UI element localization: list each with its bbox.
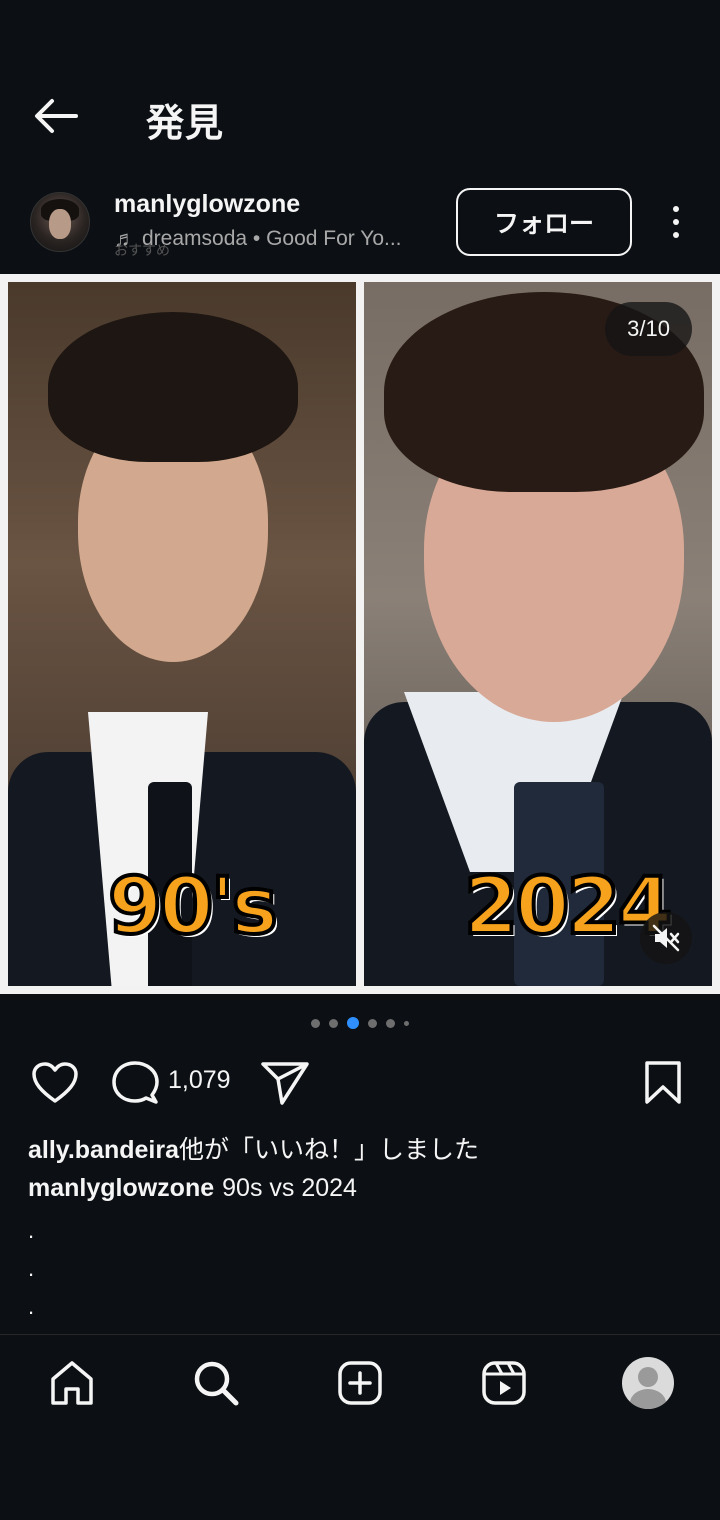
photo-2024: 2024 <box>364 282 712 986</box>
nav-reels[interactable] <box>474 1353 534 1413</box>
like-button[interactable] <box>30 1058 80 1108</box>
likes-summary[interactable]: ally.bandeira他が「いいね！」しました <box>28 1130 479 1166</box>
post-caption: manlyglowzone 90s vs 2024 <box>28 1174 357 1203</box>
bottom-navigation <box>0 1334 720 1430</box>
music-title: dreamsoda • Good For Yo... <box>142 227 402 250</box>
comment-icon <box>112 1061 159 1104</box>
save-button[interactable] <box>638 1058 688 1108</box>
back-button[interactable] <box>28 90 84 142</box>
caption-username[interactable]: manlyglowzone <box>28 1174 214 1202</box>
carousel-dot-active <box>347 1017 359 1029</box>
post-media[interactable]: 90's 2024 3/10 <box>0 274 720 994</box>
carousel-dot <box>329 1018 338 1028</box>
nav-search[interactable] <box>186 1353 246 1413</box>
post-header: manlyglowzone ♬ dreamsoda • Good For Yo.… <box>0 184 720 260</box>
search-icon <box>194 1361 239 1406</box>
top-header: 発見 <box>0 80 720 152</box>
nav-create[interactable] <box>330 1353 390 1413</box>
share-icon <box>261 1062 309 1105</box>
nav-home[interactable] <box>42 1353 102 1413</box>
create-icon <box>338 1361 382 1405</box>
author-username[interactable]: manlyglowzone <box>114 190 300 219</box>
screen: 発見 manlyglowzone ♬ dreamsoda • Good For … <box>0 0 720 1520</box>
caption-line: . <box>28 1256 35 1281</box>
era-label-90s: 90's <box>106 860 280 954</box>
photo-90s: 90's <box>8 282 356 986</box>
likes-user[interactable]: ally.bandeira <box>28 1136 179 1164</box>
era-label-2024: 2024 <box>462 860 674 954</box>
home-icon <box>51 1361 93 1405</box>
bookmark-icon <box>645 1061 681 1104</box>
page-counter: 3/10 <box>605 302 692 356</box>
carousel-dot <box>368 1018 377 1028</box>
mute-icon <box>652 924 680 952</box>
follow-button[interactable]: フォロー <box>456 188 632 256</box>
reels-icon <box>482 1361 526 1405</box>
more-vertical-icon <box>673 206 679 212</box>
back-arrow-icon <box>35 99 78 133</box>
carousel-dot <box>386 1018 395 1028</box>
more-options-button[interactable] <box>660 200 692 244</box>
comment-button[interactable] <box>110 1058 160 1108</box>
post-actions: 1,079 <box>0 1054 720 1110</box>
comment-count: 1,079 <box>168 1066 231 1094</box>
caption-line: . <box>28 1218 35 1243</box>
carousel-dot <box>404 1020 409 1026</box>
caption-line: . <box>28 1294 35 1319</box>
likes-suffix: 他が「いいね！」しました <box>179 1136 480 1164</box>
heart-icon <box>32 1062 78 1103</box>
mute-button[interactable] <box>640 912 692 964</box>
page-title: 発見 <box>146 103 225 145</box>
nav-profile[interactable] <box>618 1353 678 1413</box>
carousel-dot <box>311 1018 320 1028</box>
profile-icon <box>622 1357 674 1409</box>
recommend-label: おすすめ <box>114 242 170 258</box>
author-avatar[interactable] <box>30 192 90 252</box>
share-button[interactable] <box>260 1058 310 1108</box>
carousel-indicator <box>0 1017 720 1029</box>
caption-text: 90s vs 2024 <box>222 1174 357 1202</box>
